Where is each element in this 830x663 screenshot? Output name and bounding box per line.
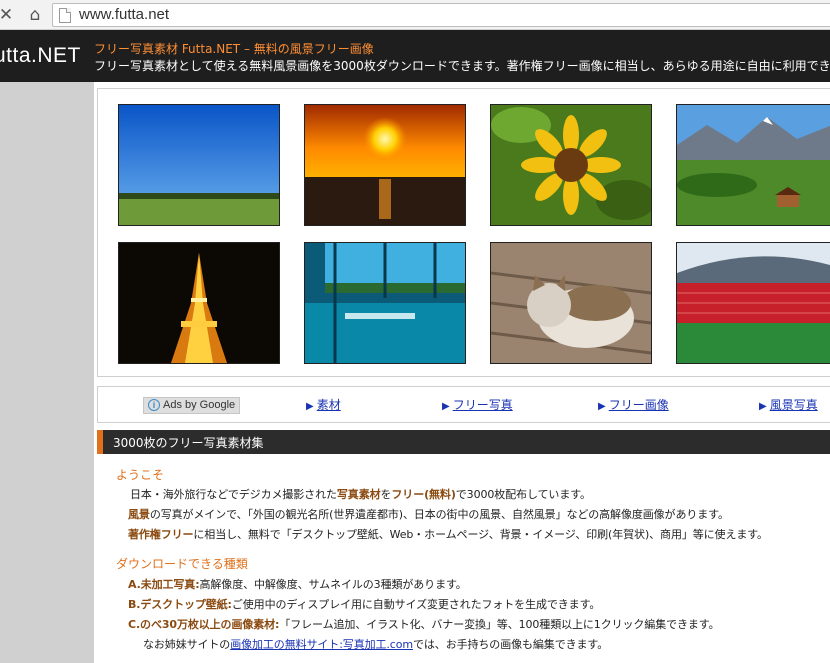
arrow-right-icon: ▶ [442, 401, 450, 412]
ad-link-free-image[interactable]: ▶ フリー画像 [598, 396, 669, 413]
photo-thumb-alpine-village[interactable] [676, 104, 830, 226]
ad-link-label[interactable]: フリー写真 [453, 398, 513, 412]
photo-thumb-sunflower[interactable] [490, 104, 652, 226]
text: に相当し、無料で「デスクトップ壁紙、Web・ホームページ、背景・イメージ、印刷(… [193, 528, 768, 541]
download-heading: ダウンロードできる種類 [116, 557, 248, 571]
download-item-a: A.未加工写真:高解像度、中解像度、サムネイルの3種類があります。 [128, 576, 467, 592]
item-label: C.のべ30万枚以上の画像素材: [128, 618, 280, 631]
download-item-c: C.のべ30万枚以上の画像素材:「フレーム追加、イラスト化、バナー変換」等、10… [128, 616, 720, 632]
text: で3000枚配布しています。 [455, 488, 591, 501]
download-item-b: B.デスクトップ壁紙:ご使用中のディスプレイ用に自動サイズ変更されたフォトを生成… [128, 596, 600, 612]
site-header: utta.NET フリー写真素材 Futta.NET – 無料の風景フリー画像 … [0, 30, 830, 82]
ad-link-landscape-photo[interactable]: ▶ 風景写真 [759, 396, 818, 413]
text: ご使用中のディスプレイ用に自動サイズ変更されたフォトを生成できます。 [231, 598, 601, 611]
photo-thumb-tokyo-tower[interactable] [118, 242, 280, 364]
welcome-line-3: 著作権フリーに相当し、無料で「デスクトップ壁紙、Web・ホームページ、背景・イメ… [128, 526, 768, 542]
browser-toolbar: ✕ ⌂ www.futta.net [0, 0, 830, 30]
info-icon: i [148, 399, 160, 411]
photo-thumb-sunset-sea[interactable] [304, 104, 466, 226]
text: なお姉妹サイトの [143, 638, 231, 651]
photo-thumb-cat[interactable] [490, 242, 652, 364]
photo-gallery [97, 88, 830, 377]
bold-text: 著作権フリー [128, 528, 194, 541]
ad-link-label[interactable]: フリー画像 [609, 398, 669, 412]
site-logo[interactable]: utta.NET [0, 44, 81, 68]
address-bar[interactable]: www.futta.net [52, 3, 830, 27]
bold-text: 風景 [128, 508, 150, 521]
text: の写真がメインで、「外国の観光名所(世界遺産都市)、日本の街中の風景、自然風景」… [149, 508, 729, 521]
sister-site-note: なお姉妹サイトの画像加工の無料サイト:写真加工.comでは、お手持ちの画像も編集… [143, 636, 608, 652]
sister-site-link[interactable]: 画像加工の無料サイト:写真加工.com [230, 638, 413, 651]
ad-link-label[interactable]: 風景写真 [770, 398, 818, 412]
photo-thumb-stadium[interactable] [676, 242, 830, 364]
bold-text: フリー(無料) [391, 488, 456, 501]
home-icon[interactable]: ⌂ [25, 5, 45, 25]
ads-bar: i Ads by Google ▶ 素材 ▶ フリー写真 ▶ フリー画像 ▶ 風景写真 [97, 386, 830, 423]
ad-link-label[interactable]: 素材 [317, 398, 341, 412]
ad-link-sozai[interactable]: ▶ 素材 [306, 396, 341, 413]
main-content: ようこそ 日本・海外旅行などでデジカメ撮影された写真素材をフリー(無料)で300… [97, 454, 830, 663]
arrow-right-icon: ▶ [598, 401, 606, 412]
arrow-right-icon: ▶ [759, 401, 767, 412]
welcome-heading: ようこそ [116, 468, 165, 482]
text: 日本・海外旅行などでデジカメ撮影された [130, 488, 337, 501]
photo-thumb-sky-meadow[interactable] [118, 104, 280, 226]
section-heading-text: 3000枚のフリー写真素材集 [113, 436, 264, 450]
item-label: B.デスクトップ壁紙: [128, 598, 232, 611]
item-label: A.未加工写真: [128, 578, 200, 591]
welcome-line-1: 日本・海外旅行などでデジカメ撮影された写真素材をフリー(無料)で3000枚配布し… [130, 486, 591, 502]
bold-text: 写真素材 [336, 488, 381, 501]
ads-badge-label: Ads by Google [163, 399, 236, 411]
text: 「フレーム追加、イラスト化、バナー変換」等、100種類以上に1クリック編集できま… [279, 618, 720, 631]
text: を [380, 488, 392, 501]
header-title[interactable]: フリー写真素材 Futta.NET – 無料の風景フリー画像 [94, 40, 374, 57]
welcome-line-2: 風景の写真がメインで、「外国の観光名所(世界遺産都市)、日本の街中の風景、自然風… [128, 506, 729, 522]
photo-thumb-glass-hall[interactable] [304, 242, 466, 364]
url-text[interactable]: www.futta.net [79, 6, 169, 23]
header-subtitle: フリー写真素材として使える無料風景画像を3000枚ダウンロードできます。著作権フ… [94, 59, 830, 73]
text: では、お手持ちの画像も編集できます。 [413, 638, 609, 651]
section-heading: 3000枚のフリー写真素材集 [97, 430, 830, 454]
close-icon[interactable]: ✕ [0, 5, 16, 25]
page-icon [59, 8, 71, 23]
left-sidebar [0, 82, 94, 663]
ad-link-free-photo[interactable]: ▶ フリー写真 [442, 396, 513, 413]
ads-by-google-badge[interactable]: i Ads by Google [143, 397, 241, 414]
text: 高解像度、中解像度、サムネイルの3種類があります。 [199, 578, 467, 591]
arrow-right-icon: ▶ [306, 401, 314, 412]
